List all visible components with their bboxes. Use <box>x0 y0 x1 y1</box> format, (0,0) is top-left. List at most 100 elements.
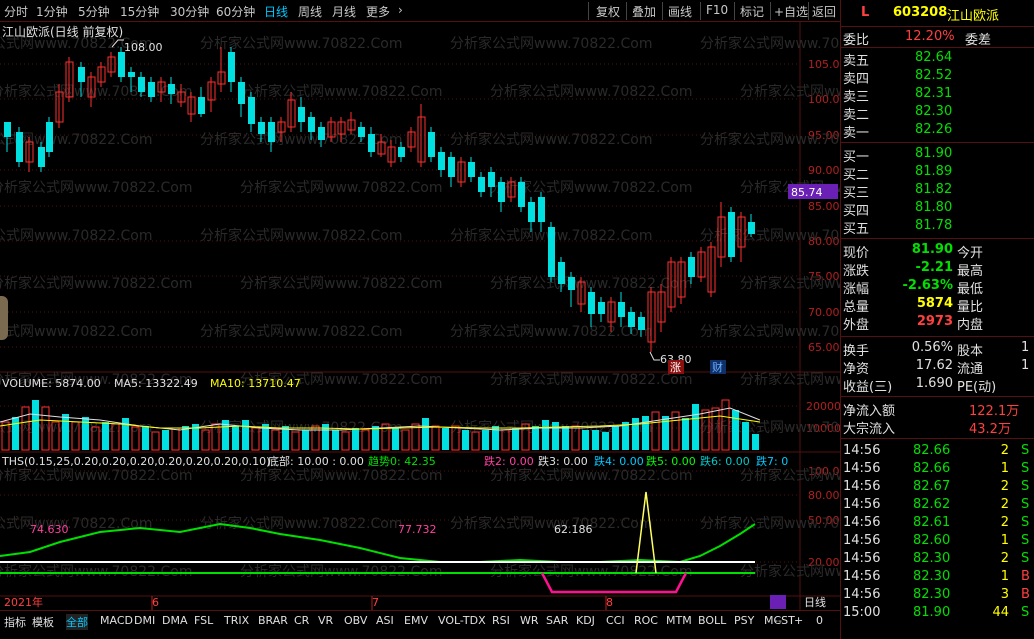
indicator-tab[interactable]: ROC <box>634 614 658 627</box>
price-tick-label: 85.00 <box>808 200 840 213</box>
watermark-text: 分析家公式网www.70822.Com <box>200 35 402 52</box>
back-button[interactable]: 返回 <box>812 3 836 20</box>
watermark-text: 分析家公式网www.70822.Com <box>0 563 192 580</box>
trade-tick-row: 14:56 82.66 2 S <box>841 442 1034 460</box>
f10-button[interactable]: F10 <box>706 3 728 17</box>
indicator-tab[interactable]: BOLL <box>698 614 726 627</box>
tab-1min[interactable]: 1分钟 <box>36 3 68 20</box>
watermark-text: 分析家公式网www.70822.Com <box>240 563 442 580</box>
stat-row: 涨跌 -2.21 最高 <box>841 259 1034 279</box>
toolbar-divider <box>662 2 663 20</box>
volume-bar <box>682 418 689 450</box>
candle-body <box>448 157 455 177</box>
indicator-tab[interactable]: WR <box>520 614 539 627</box>
divider <box>841 238 1034 239</box>
indicator-tab[interactable]: ASI <box>376 614 394 627</box>
indicator-tab[interactable]: 模板 <box>32 614 54 630</box>
zero-button[interactable]: 0 <box>816 614 823 627</box>
tab-60min[interactable]: 60分钟 <box>216 3 255 20</box>
indicator-tab[interactable]: BRAR <box>258 614 288 627</box>
mark-button[interactable]: 标记 <box>740 3 764 20</box>
watermark-text: 分析家公式网www.70822.Com <box>450 323 652 340</box>
trade-tick-row: 14:56 82.67 2 S <box>841 478 1034 496</box>
candle-body <box>728 212 735 257</box>
add-indicator-button[interactable]: + <box>794 614 803 627</box>
tab-more[interactable]: 更多 <box>366 3 390 20</box>
indicator-tab[interactable]: PSY <box>734 614 754 627</box>
tick-side: S <box>1021 443 1030 458</box>
kline-chart-area[interactable]: 105.0 100.0 95.00 90.00 85.00 80.00 75.00 70.00… <box>0 22 942 622</box>
indicator-tab[interactable]: KDJ <box>576 614 595 627</box>
indicator-tab[interactable]: VOL-TDX <box>438 614 486 627</box>
stat-value: 81.90 <box>911 242 953 257</box>
toolbar-divider <box>770 2 771 20</box>
indicator-tab[interactable]: MACD <box>100 614 133 627</box>
tab-monthly[interactable]: 月线 <box>332 3 356 20</box>
indicator-tab[interactable]: TRIX <box>224 614 249 627</box>
kline-chart-svg[interactable]: 105.0100.095.0090.0085.0080.0075.0070.00… <box>0 22 942 622</box>
volume-bar <box>422 418 429 450</box>
sell-row: 卖一 82.26 <box>841 121 1034 141</box>
trade-tick-row: 14:56 82.60 1 S <box>841 532 1034 550</box>
indicator-tab[interactable]: EMV <box>404 614 428 627</box>
watermark-text: 分析家公式网www.70822.Com <box>200 323 402 340</box>
chart-title: 江山欧派(日线 前复权) <box>2 24 123 39</box>
add-watchlist-button[interactable]: +自选 <box>774 3 808 20</box>
candle-body <box>628 312 635 327</box>
tick-price: 82.66 <box>913 461 951 476</box>
buy-row: 买四 81.80 <box>841 199 1034 219</box>
ths-die6-label: 跌6: 0.00 <box>700 454 750 468</box>
tab-30min[interactable]: 30分钟 <box>170 3 209 20</box>
indicator-tab[interactable]: CR <box>294 614 309 627</box>
overlay-button[interactable]: 叠加 <box>632 3 656 20</box>
indicator-tab[interactable]: DMA <box>162 614 188 627</box>
flow-row: 净流入额 122.1万 <box>841 399 1034 419</box>
tick-qty: 1 <box>1000 533 1009 548</box>
tab-weekly[interactable]: 周线 <box>298 3 322 20</box>
stat2-row: 净资 17.62 流通 1 <box>841 357 1034 377</box>
candle-body <box>268 122 275 142</box>
indicator-tab[interactable]: 全部 <box>66 614 88 630</box>
tick-side: B <box>1021 587 1030 602</box>
watermark-text: 分析家公式网www.70822.Com <box>700 131 840 148</box>
candle-body <box>568 277 575 290</box>
buy-price: 81.89 <box>915 164 953 179</box>
buy-price: 81.80 <box>915 200 953 215</box>
sell-row: 卖四 82.52 <box>841 67 1034 87</box>
indicator-tab[interactable]: RSI <box>492 614 510 627</box>
watermark-text: 分析家公式网www.70822.Com <box>700 35 840 52</box>
candle-body <box>358 127 365 137</box>
tab-5min[interactable]: 5分钟 <box>78 3 110 20</box>
buy-price: 81.90 <box>915 146 953 161</box>
cai-badge[interactable]: 财 <box>712 360 723 374</box>
indicator-tab[interactable]: FSL <box>194 614 213 627</box>
volume-bar <box>552 422 559 450</box>
candle-body <box>438 152 445 170</box>
zhang-badge[interactable]: 涨 <box>670 361 681 374</box>
tick-side: B <box>1021 569 1030 584</box>
tab-fenshi[interactable]: 分时 <box>4 3 28 20</box>
volume-bar <box>122 418 129 450</box>
draw-button[interactable]: 画线 <box>668 3 692 20</box>
candle-body <box>4 122 11 137</box>
candle-body <box>618 302 625 317</box>
volume-bar <box>431 425 440 451</box>
indicator-tab[interactable]: CCI <box>606 614 625 627</box>
indicator-tab[interactable]: OBV <box>344 614 367 627</box>
tick-qty: 2 <box>1000 443 1009 458</box>
collapse-button[interactable]: -- <box>774 614 782 627</box>
more-arrow-icon[interactable]: › <box>398 3 403 17</box>
indicator-tab[interactable]: MTM <box>666 614 692 627</box>
buy-row: 买五 81.78 <box>841 217 1034 237</box>
tab-15min[interactable]: 15分钟 <box>120 3 159 20</box>
candle-body <box>518 182 525 207</box>
indicator-tab[interactable]: VR <box>318 614 333 627</box>
fuquan-button[interactable]: 复权 <box>596 3 620 20</box>
indicator-tab[interactable]: 指标 <box>4 614 26 630</box>
panel-collapse-handle[interactable] <box>0 296 8 340</box>
tick-qty: 2 <box>1000 515 1009 530</box>
indicator-tab[interactable]: DMI <box>134 614 155 627</box>
tab-daily[interactable]: 日线 <box>264 3 288 20</box>
ths-annotation-1: 74.630 <box>30 523 69 536</box>
indicator-tab[interactable]: SAR <box>546 614 568 627</box>
